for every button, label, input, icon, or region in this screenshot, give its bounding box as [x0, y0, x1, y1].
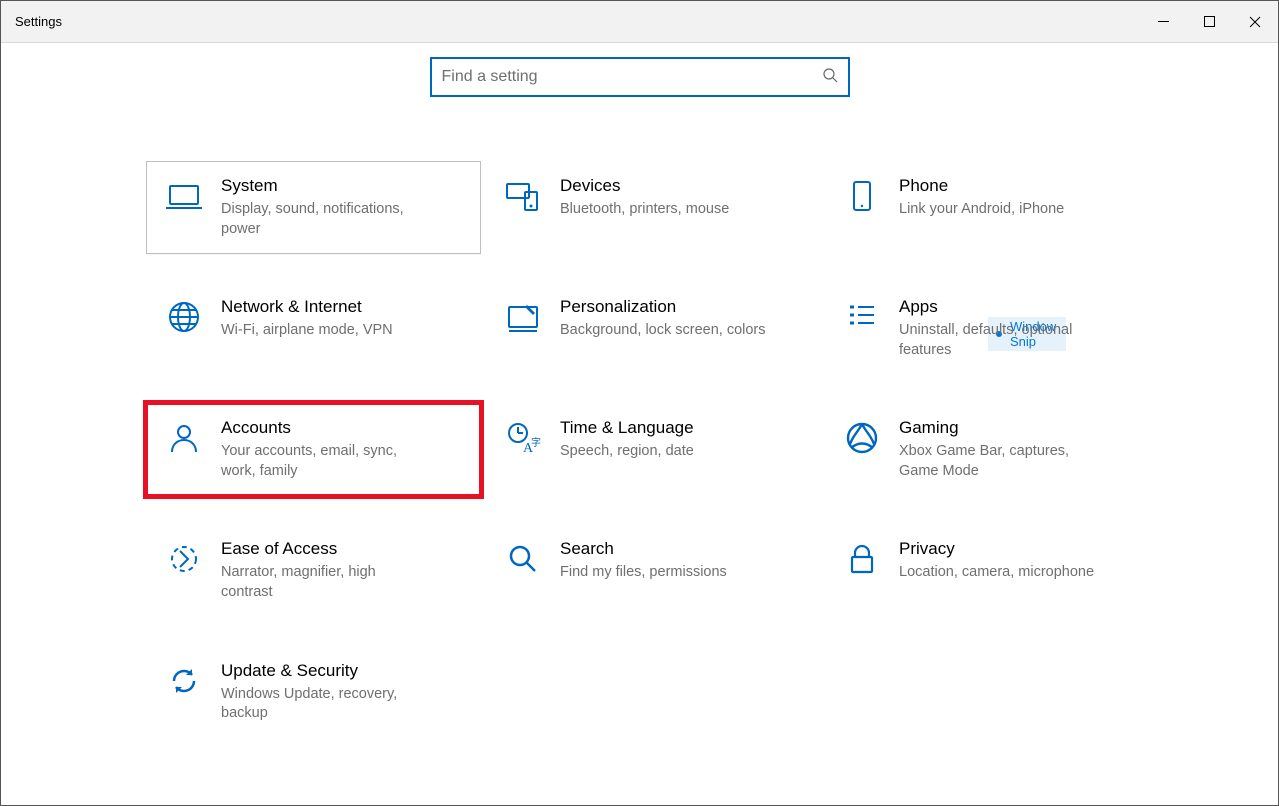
tile-desc: Xbox Game Bar, captures, Game Mode: [899, 442, 1109, 481]
tile-desc: Windows Update, recovery, backup: [221, 685, 431, 724]
tile-apps[interactable]: Apps Uninstall, defaults, optional featur…: [824, 282, 1159, 375]
privacy-icon: [839, 541, 885, 577]
tile-phone[interactable]: Phone Link your Android, iPhone: [824, 161, 1159, 254]
tile-title: Search: [560, 539, 727, 559]
window-controls: [1140, 1, 1278, 42]
search-icon: [822, 67, 838, 88]
tile-title: Ease of Access: [221, 539, 431, 559]
search-icon: [500, 541, 546, 577]
tile-title: Phone: [899, 176, 1064, 196]
system-icon: [161, 178, 207, 214]
tile-network[interactable]: Network & Internet Wi-Fi, airplane mode, …: [146, 282, 481, 375]
tile-accounts[interactable]: Accounts Your accounts, email, sync, work…: [146, 403, 481, 496]
close-button[interactable]: [1232, 1, 1278, 42]
tile-title: Privacy: [899, 539, 1094, 559]
tile-desc: Your accounts, email, sync, work, family: [221, 442, 431, 481]
tile-desc: Wi-Fi, airplane mode, VPN: [221, 321, 393, 341]
tile-system[interactable]: System Display, sound, notifications, pow…: [146, 161, 481, 254]
minimize-button[interactable]: [1140, 1, 1186, 42]
tile-devices[interactable]: Devices Bluetooth, printers, mouse: [485, 161, 820, 254]
tile-ease[interactable]: Ease of Access Narrator, magnifier, high …: [146, 524, 481, 617]
personalization-icon: [500, 299, 546, 335]
phone-icon: [839, 178, 885, 214]
gaming-icon: [839, 420, 885, 456]
tile-title: Update & Security: [221, 661, 431, 681]
tile-desc: Location, camera, microphone: [899, 563, 1094, 583]
tile-desc: Find my files, permissions: [560, 563, 727, 583]
time-icon: [500, 420, 546, 456]
tile-desc: Background, lock screen, colors: [560, 321, 766, 341]
maximize-button[interactable]: [1186, 1, 1232, 42]
tile-title: Network & Internet: [221, 297, 393, 317]
tile-desc: Bluetooth, printers, mouse: [560, 200, 729, 220]
tile-title: Time & Language: [560, 418, 694, 438]
settings-grid: System Display, sound, notifications, pow…: [146, 161, 1278, 739]
apps-icon: [839, 299, 885, 335]
tile-title: Devices: [560, 176, 729, 196]
network-icon: [161, 299, 207, 335]
tile-time[interactable]: Time & Language Speech, region, date: [485, 403, 820, 496]
content-area: System Display, sound, notifications, pow…: [1, 43, 1278, 739]
devices-icon: [500, 178, 546, 214]
tile-title: System: [221, 176, 431, 196]
tile-personalization[interactable]: Personalization Background, lock screen, …: [485, 282, 820, 375]
tile-privacy[interactable]: Privacy Location, camera, microphone: [824, 524, 1159, 617]
accounts-icon: [161, 420, 207, 456]
titlebar: Settings: [1, 1, 1278, 43]
tile-desc: Narrator, magnifier, high contrast: [221, 563, 431, 602]
tile-desc: Display, sound, notifications, power: [221, 200, 431, 239]
tile-title: Accounts: [221, 418, 431, 438]
tile-search[interactable]: Search Find my files, permissions: [485, 524, 820, 617]
tile-desc: Speech, region, date: [560, 442, 694, 462]
ease-icon: [161, 541, 207, 577]
update-icon: [161, 663, 207, 699]
tile-gaming[interactable]: Gaming Xbox Game Bar, captures, Game Mode: [824, 403, 1159, 496]
tile-title: Gaming: [899, 418, 1109, 438]
tile-title: Apps: [899, 297, 1109, 317]
window-title: Settings: [15, 14, 62, 29]
tile-update[interactable]: Update & Security Windows Update, recover…: [146, 646, 481, 739]
search-input[interactable]: [442, 68, 822, 86]
tile-title: Personalization: [560, 297, 766, 317]
search-box[interactable]: [430, 57, 850, 97]
tile-desc: Uninstall, defaults, optional features: [899, 321, 1109, 360]
tile-desc: Link your Android, iPhone: [899, 200, 1064, 220]
